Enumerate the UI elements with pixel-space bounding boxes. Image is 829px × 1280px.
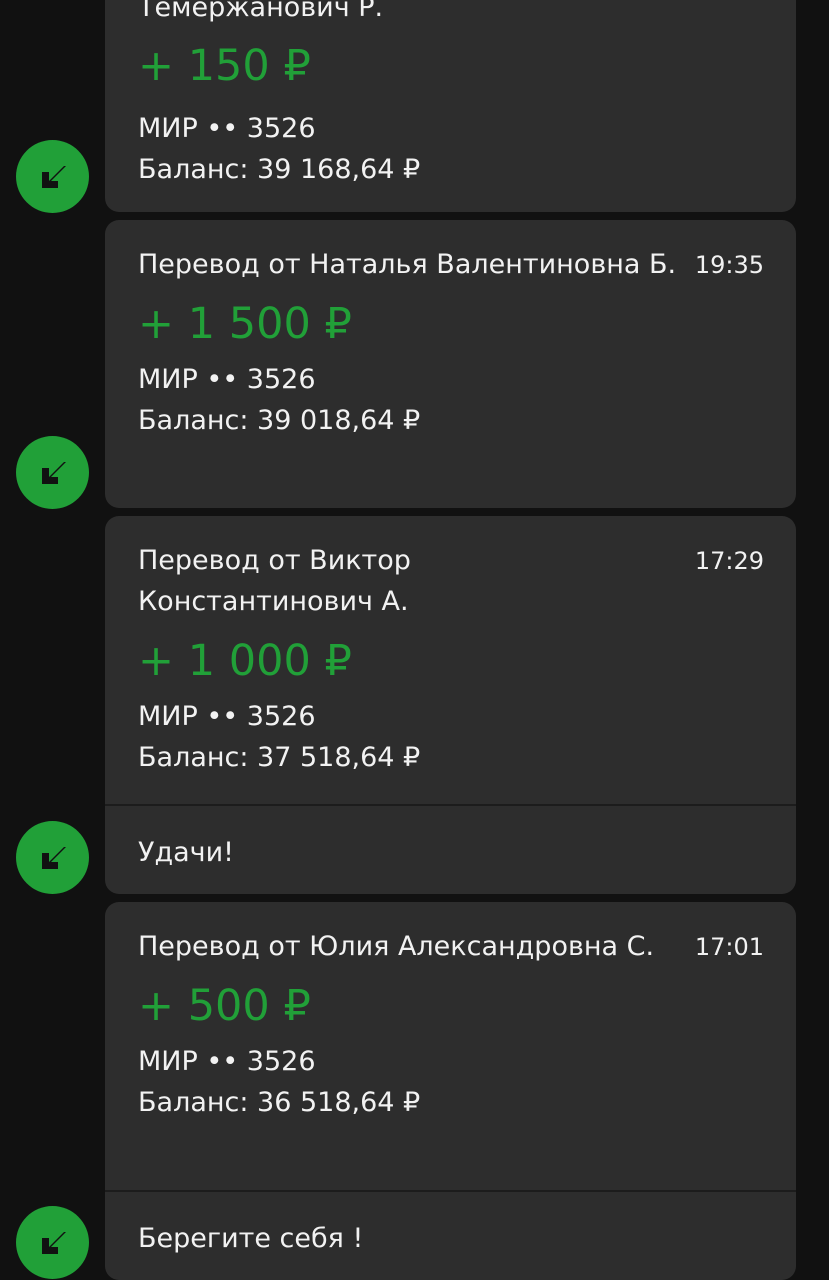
bank-avatar xyxy=(16,436,89,509)
incoming-arrow-icon xyxy=(41,165,66,188)
incoming-arrow-icon xyxy=(41,461,66,484)
message-time: 17:29 xyxy=(694,547,764,575)
card-info: МИР •• 3526 xyxy=(138,1046,316,1077)
incoming-arrow-icon xyxy=(41,1231,66,1254)
balance-info: Баланс: 39 168,64 ₽ xyxy=(138,154,421,185)
message-bubble[interactable]: Темержанович Р. + 150 ₽ МИР •• 3526 Бала… xyxy=(105,0,796,212)
message-time: 17:01 xyxy=(694,933,764,961)
amount: + 500 ₽ xyxy=(138,981,311,1031)
bank-avatar xyxy=(16,1206,89,1279)
balance-info: Баланс: 39 018,64 ₽ xyxy=(138,405,421,436)
message-time: 19:35 xyxy=(694,251,764,279)
message-note: Берегите себя ! xyxy=(105,1190,796,1280)
message-body: Перевод от Виктор Константинович А. 17:2… xyxy=(105,516,796,804)
balance-info: Баланс: 36 518,64 ₽ xyxy=(138,1087,421,1118)
message-body: Перевод от Наталья Валентиновна Б. 19:35… xyxy=(105,220,796,441)
incoming-arrow-icon xyxy=(41,846,66,869)
note-text: Берегите себя ! xyxy=(138,1223,364,1254)
sender-title: Перевод от Юлия Александровна С. xyxy=(138,931,655,962)
card-info: МИР •• 3526 xyxy=(138,364,316,395)
sender-title: Перевод от Виктор Константинович А. xyxy=(138,545,411,617)
note-text: Удачи! xyxy=(138,837,234,868)
sender-title: Темержанович Р. xyxy=(138,0,384,23)
card-info: МИР •• 3526 xyxy=(138,701,316,732)
bank-avatar xyxy=(16,140,89,213)
sender-title: Перевод от Наталья Валентиновна Б. xyxy=(138,249,677,280)
message-body: Перевод от Юлия Александровна С. 17:01 +… xyxy=(105,902,796,1190)
bank-avatar xyxy=(16,821,89,894)
message-bubble[interactable]: Перевод от Наталья Валентиновна Б. 19:35… xyxy=(105,220,796,508)
message-note: Удачи! xyxy=(105,804,796,894)
transaction-feed: Темержанович Р. + 150 ₽ МИР •• 3526 Бала… xyxy=(0,0,829,1280)
card-info: МИР •• 3526 xyxy=(138,113,316,144)
balance-info: Баланс: 37 518,64 ₽ xyxy=(138,742,421,773)
message-bubble[interactable]: Перевод от Виктор Константинович А. 17:2… xyxy=(105,516,796,894)
amount: + 1 000 ₽ xyxy=(138,636,352,686)
amount: + 150 ₽ xyxy=(138,41,311,91)
message-bubble[interactable]: Перевод от Юлия Александровна С. 17:01 +… xyxy=(105,902,796,1280)
amount: + 1 500 ₽ xyxy=(138,299,352,349)
